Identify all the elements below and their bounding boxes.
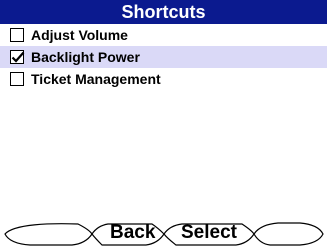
right-softkey[interactable]	[254, 220, 323, 247]
checkbox-ticket-management[interactable]	[10, 72, 24, 86]
list-item-ticket-management[interactable]: Ticket Management	[0, 68, 327, 90]
checkbox-backlight-power[interactable]	[10, 50, 25, 64]
checkmark-icon	[11, 51, 25, 63]
list-item-label: Backlight Power	[31, 49, 140, 65]
softkey-bar: Back Select	[0, 220, 327, 247]
checkbox-adjust-volume[interactable]	[10, 28, 24, 42]
select-button-label: Select	[181, 222, 237, 243]
screen-title: Shortcuts	[121, 2, 206, 22]
list-item-backlight-power[interactable]: Backlight Power	[0, 46, 327, 68]
left-softkey[interactable]	[5, 220, 92, 247]
list-item-label: Adjust Volume	[31, 27, 128, 43]
title-bar: Shortcuts	[0, 0, 327, 24]
list-item-adjust-volume[interactable]: Adjust Volume	[0, 24, 327, 46]
back-button-label: Back	[110, 222, 156, 243]
shortcut-list: Adjust Volume Backlight Power Ticket Man…	[0, 24, 327, 90]
list-item-label: Ticket Management	[31, 71, 161, 87]
